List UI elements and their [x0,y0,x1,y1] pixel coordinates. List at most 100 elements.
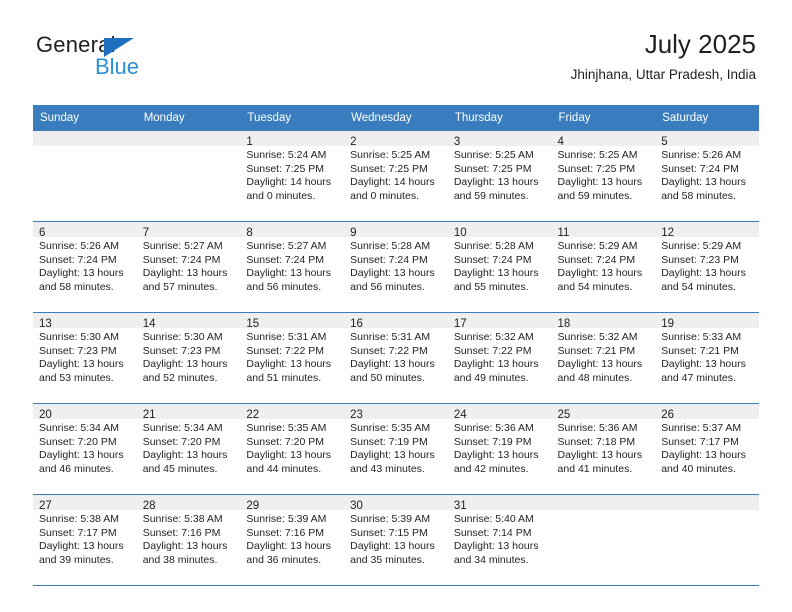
daylight-text-line1: Daylight: 13 hours [142,267,228,280]
daylight-text-line1: Daylight: 13 hours [661,358,746,371]
sunset-text: Sunset: 7:22 PM [453,344,532,357]
calendar-day-cell[interactable]: 31 Sunrise: 5:40 AM Sunset: 7:14 PM Dayligh… [447,494,552,586]
day-cell: 3 Sunrise: 5:25 AM Sunset: 7:25 PM Daylight… [447,131,552,221]
calendar-day-cell[interactable]: 23 Sunrise: 5:35 AM Sunset: 7:19 PM Dayligh… [344,403,448,495]
day-details: Sunrise: 5:37 AM Sunset: 7:17 PM Daylight:… [655,419,759,476]
daylight-text-line2: and 36 minutes. [246,553,322,566]
calendar-day-cell[interactable]: 17 Sunrise: 5:32 AM Sunset: 7:22 PM Dayligh… [447,312,552,404]
calendar-day-cell[interactable]: 28 Sunrise: 5:38 AM Sunset: 7:16 PM Dayligh… [136,494,241,586]
calendar-day-cell[interactable]: 9 Sunrise: 5:28 AM Sunset: 7:24 PM Daylight… [344,221,448,313]
sunset-text: Sunset: 7:19 PM [350,435,428,448]
logo-text-blue: Blue [95,54,140,79]
daylight-text-line2: and 41 minutes. [557,462,633,475]
day-number-band: 7 [136,222,241,239]
sunrise-text: Sunrise: 5:30 AM [39,331,119,343]
day-number-band: 25 [551,404,656,421]
daylight-text-line2: and 59 minutes. [453,189,529,202]
calendar-day-cell[interactable] [33,131,137,222]
day-number: 6 [39,227,46,239]
day-number: 11 [557,227,570,239]
calendar-day-cell[interactable]: 4 Sunrise: 5:25 AM Sunset: 7:25 PM Daylight… [551,131,656,222]
weekday-header-saturday: Saturday [655,105,759,131]
calendar-day-cell[interactable]: 5 Sunrise: 5:26 AM Sunset: 7:24 PM Daylight… [655,131,759,222]
day-number-band: 6 [33,222,137,239]
empty-day-cell [551,495,656,585]
sunset-text: Sunset: 7:21 PM [661,344,739,357]
calendar-week-row: 27 Sunrise: 5:38 AM Sunset: 7:17 PM Dayligh… [33,494,759,586]
calendar-day-cell[interactable]: 11 Sunrise: 5:29 AM Sunset: 7:24 PM Dayligh… [551,221,656,313]
daylight-text-line2: and 51 minutes. [246,371,322,384]
day-details: Sunrise: 5:24 AM Sunset: 7:25 PM Daylight:… [240,146,344,203]
day-cell: 18 Sunrise: 5:32 AM Sunset: 7:21 PM Dayligh… [551,313,656,403]
sunrise-text: Sunrise: 5:33 AM [661,331,742,343]
calendar-day-cell[interactable]: 10 Sunrise: 5:28 AM Sunset: 7:24 PM Dayligh… [447,221,552,313]
sunrise-text: Sunrise: 5:25 AM [350,149,431,161]
calendar-day-cell[interactable]: 6 Sunrise: 5:26 AM Sunset: 7:24 PM Daylight… [33,221,137,313]
calendar-day-cell[interactable]: 13 Sunrise: 5:30 AM Sunset: 7:23 PM Dayligh… [33,312,137,404]
calendar-day-cell[interactable]: 16 Sunrise: 5:31 AM Sunset: 7:22 PM Dayligh… [344,312,448,404]
day-cell: 8 Sunrise: 5:27 AM Sunset: 7:24 PM Daylight… [240,222,345,312]
calendar-day-cell[interactable]: 24 Sunrise: 5:36 AM Sunset: 7:19 PM Dayligh… [447,403,552,495]
calendar-day-cell[interactable]: 14 Sunrise: 5:30 AM Sunset: 7:23 PM Dayligh… [136,312,241,404]
daylight-text-line1: Daylight: 13 hours [142,540,228,553]
sunrise-text: Sunrise: 5:40 AM [453,513,534,525]
calendar-day-cell[interactable] [551,494,656,586]
calendar-day-cell[interactable]: 27 Sunrise: 5:38 AM Sunset: 7:17 PM Dayligh… [33,494,137,586]
sunset-text: Sunset: 7:24 PM [246,253,325,266]
day-number: 12 [661,227,675,239]
calendar-week-row: 13 Sunrise: 5:30 AM Sunset: 7:23 PM Dayligh… [33,312,759,404]
calendar-day-cell[interactable]: 22 Sunrise: 5:35 AM Sunset: 7:20 PM Dayligh… [240,403,345,495]
day-number: 25 [557,409,571,421]
calendar-day-cell[interactable]: 19 Sunrise: 5:33 AM Sunset: 7:21 PM Dayligh… [655,312,759,404]
sunset-text: Sunset: 7:22 PM [246,344,325,357]
day-number-band: 15 [240,313,345,330]
day-number: 31 [453,500,467,512]
day-number: 17 [453,318,467,330]
sunset-text: Sunset: 7:17 PM [39,526,117,539]
calendar-day-cell[interactable] [655,494,759,586]
calendar-day-cell[interactable]: 8 Sunrise: 5:27 AM Sunset: 7:24 PM Daylight… [240,221,345,313]
calendar-day-cell[interactable]: 12 Sunrise: 5:29 AM Sunset: 7:23 PM Dayligh… [655,221,759,313]
day-details: Sunrise: 5:25 AM Sunset: 7:25 PM Daylight:… [552,146,656,203]
daylight-text-line2: and 58 minutes. [661,189,736,202]
daylight-text-line2: and 54 minutes. [661,280,736,293]
calendar-day-cell[interactable]: 18 Sunrise: 5:32 AM Sunset: 7:21 PM Dayligh… [551,312,656,404]
day-number-band: 2 [344,131,448,148]
sunset-text: Sunset: 7:23 PM [661,253,739,266]
day-cell: 10 Sunrise: 5:28 AM Sunset: 7:24 PM Dayligh… [447,222,552,312]
daylight-text-line2: and 58 minutes. [39,280,114,293]
calendar-day-cell[interactable] [136,131,241,222]
calendar-day-cell[interactable]: 29 Sunrise: 5:39 AM Sunset: 7:16 PM Dayligh… [240,494,345,586]
day-number: 5 [661,136,668,148]
daylight-text-line1: Daylight: 13 hours [350,540,435,553]
day-details: Sunrise: 5:26 AM Sunset: 7:24 PM Daylight:… [655,146,759,203]
calendar-day-cell[interactable]: 7 Sunrise: 5:27 AM Sunset: 7:24 PM Daylight… [136,221,241,313]
calendar-day-cell[interactable]: 2 Sunrise: 5:25 AM Sunset: 7:25 PM Daylight… [344,131,448,222]
sunset-text: Sunset: 7:25 PM [453,162,532,175]
daylight-text-line1: Daylight: 13 hours [350,449,435,462]
calendar-day-cell[interactable]: 26 Sunrise: 5:37 AM Sunset: 7:17 PM Dayligh… [655,403,759,495]
calendar-day-cell[interactable]: 15 Sunrise: 5:31 AM Sunset: 7:22 PM Dayligh… [240,312,345,404]
sunset-text: Sunset: 7:25 PM [350,162,428,175]
daylight-text-line1: Daylight: 13 hours [453,267,539,280]
day-details: Sunrise: 5:35 AM Sunset: 7:20 PM Daylight:… [240,419,344,476]
sunrise-text: Sunrise: 5:28 AM [350,240,431,252]
calendar-day-cell[interactable]: 20 Sunrise: 5:34 AM Sunset: 7:20 PM Dayligh… [33,403,137,495]
day-cell: 16 Sunrise: 5:31 AM Sunset: 7:22 PM Dayligh… [344,313,448,403]
day-number: 9 [350,227,357,239]
calendar-day-cell[interactable]: 3 Sunrise: 5:25 AM Sunset: 7:25 PM Daylight… [447,131,552,222]
general-blue-logo[interactable]: General Blue [36,32,276,92]
calendar-day-cell[interactable]: 30 Sunrise: 5:39 AM Sunset: 7:15 PM Dayligh… [344,494,448,586]
sunrise-text: Sunrise: 5:25 AM [453,149,534,161]
day-number-band: 5 [655,131,759,148]
day-cell: 7 Sunrise: 5:27 AM Sunset: 7:24 PM Daylight… [136,222,241,312]
sunrise-text: Sunrise: 5:34 AM [39,422,119,434]
sunset-text: Sunset: 7:24 PM [453,253,532,266]
day-details: Sunrise: 5:26 AM Sunset: 7:24 PM Daylight:… [33,237,137,294]
daylight-text-line2: and 35 minutes. [350,553,425,566]
calendar-day-cell[interactable]: 21 Sunrise: 5:34 AM Sunset: 7:20 PM Dayligh… [136,403,241,495]
day-cell: 19 Sunrise: 5:33 AM Sunset: 7:21 PM Dayligh… [655,313,759,403]
daylight-text-line1: Daylight: 13 hours [453,540,539,553]
calendar-day-cell[interactable]: 1 Sunrise: 5:24 AM Sunset: 7:25 PM Daylight… [240,131,345,222]
calendar-day-cell[interactable]: 25 Sunrise: 5:36 AM Sunset: 7:18 PM Dayligh… [551,403,656,495]
